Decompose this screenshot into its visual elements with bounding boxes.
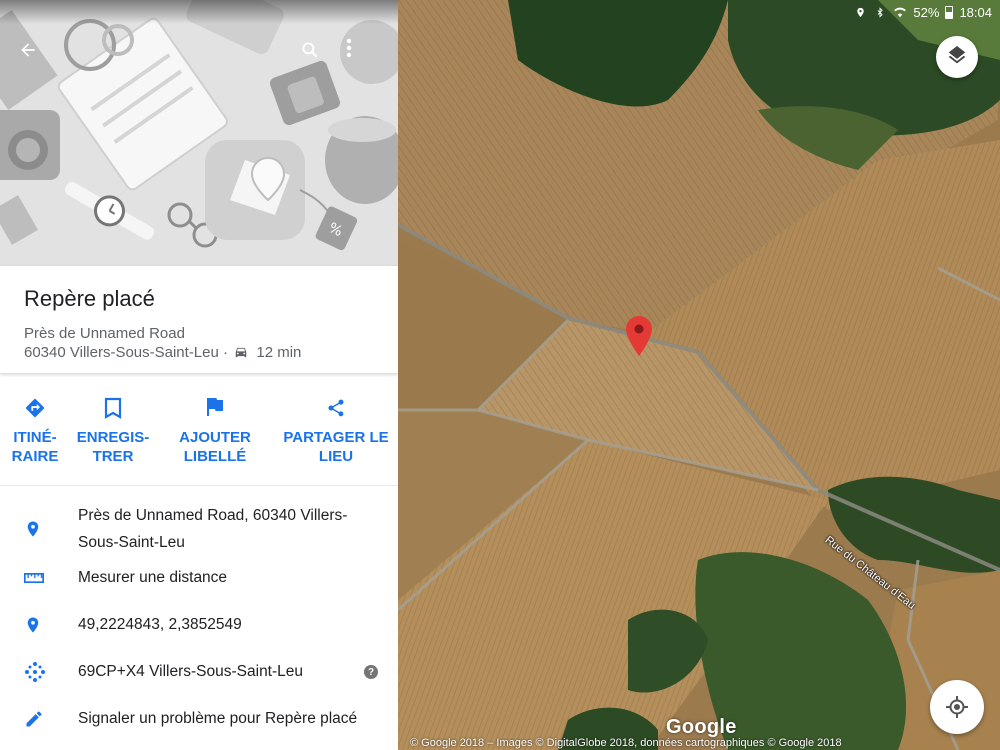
crosshair-icon xyxy=(946,696,968,718)
location-pin-icon xyxy=(27,617,39,633)
location-pin-icon xyxy=(27,521,39,537)
battery-percent: 52% xyxy=(913,4,940,20)
back-button[interactable] xyxy=(18,40,50,72)
battery-icon xyxy=(945,5,954,19)
place-address-line2: 60340 Villers-Sous-Saint-Leu · 12 min xyxy=(24,343,374,362)
google-logo: Google xyxy=(666,716,737,738)
flag-icon xyxy=(203,396,227,420)
details-list: Près de Unnamed Road, 60340 Villers-Sous… xyxy=(0,486,398,742)
help-icon[interactable]: ? xyxy=(364,665,378,679)
place-summary: Repère placé Près de Unnamed Road 60340 … xyxy=(0,266,398,374)
satellite-imagery xyxy=(398,0,1000,750)
plus-code-row[interactable]: 69CP+X4 Villers-Sous-Saint-Leu ? xyxy=(0,648,398,695)
place-title: Repère placé xyxy=(24,286,155,311)
bookmark-icon xyxy=(101,396,125,420)
share-icon xyxy=(324,396,348,420)
my-location-button[interactable] xyxy=(930,680,984,734)
directions-button[interactable]: ITINÉ- RAIRE xyxy=(0,374,70,485)
coordinates-text: 49,2224843, 2,3852549 xyxy=(78,616,242,633)
bluetooth-icon xyxy=(873,5,887,19)
save-button[interactable]: ENREGIS- TRER xyxy=(70,374,156,485)
report-problem-row[interactable]: Signaler un problème pour Repère placé xyxy=(0,695,398,742)
map-copyright: © Google 2018 – Images © DigitalGlobe 20… xyxy=(410,737,842,749)
directions-icon xyxy=(23,396,47,420)
location-icon xyxy=(853,5,867,19)
add-label-label: AJOUTER LIBELLÉ xyxy=(179,429,251,465)
status-bar-shade xyxy=(0,0,398,24)
satellite-map[interactable]: 52% 18:04 Rue du Château d'Eau Google © … xyxy=(398,0,1000,750)
share-button[interactable]: PARTAGER LE LIEU xyxy=(274,374,398,485)
action-bar: ITINÉ- RAIRE ENREGIS- TRER AJOUTER LIBELLÉ … xyxy=(0,374,398,486)
ruler-icon xyxy=(24,573,44,583)
placeholder-illustration: % xyxy=(0,0,398,266)
place-address-line1: Près de Unnamed Road xyxy=(24,325,185,342)
more-options-button[interactable] xyxy=(346,38,380,72)
layers-button[interactable] xyxy=(936,36,978,78)
coordinates-row[interactable]: 49,2224843, 2,3852549 xyxy=(0,601,398,648)
place-locality: 60340 Villers-Sous-Saint-Leu xyxy=(24,344,219,361)
edit-pencil-icon xyxy=(26,711,42,727)
wifi-icon xyxy=(893,5,907,19)
share-label: PARTAGER LE LIEU xyxy=(283,429,389,465)
address-row[interactable]: Près de Unnamed Road, 60340 Villers-Sous… xyxy=(0,492,398,554)
car-icon xyxy=(235,347,247,358)
drive-time: 12 min xyxy=(256,344,302,361)
layers-icon xyxy=(948,46,966,64)
status-bar: 52% 18:04 xyxy=(853,0,1000,24)
plus-code-text: 69CP+X4 Villers-Sous-Saint-Leu xyxy=(78,663,304,680)
report-problem-text: Signaler un problème pour Repère placé xyxy=(78,710,358,727)
place-hero-image: % xyxy=(0,0,398,266)
add-label-button[interactable]: AJOUTER LIBELLÉ xyxy=(156,374,274,485)
map-pin-icon[interactable] xyxy=(626,316,652,356)
place-panel: % Repère placé Près de Unnamed Road 6034… xyxy=(0,0,398,750)
save-label: ENREGIS- TRER xyxy=(76,429,150,465)
address-text: Près de Unnamed Road, 60340 Villers-Sous… xyxy=(78,507,348,551)
search-icon xyxy=(302,42,318,58)
separator-dot: · xyxy=(223,344,229,361)
measure-distance-text: Mesurer une distance xyxy=(78,569,228,586)
measure-distance-row[interactable]: Mesurer une distance xyxy=(0,554,398,601)
search-button[interactable] xyxy=(300,40,332,72)
plus-code-icon xyxy=(25,662,45,682)
arrow-back-icon xyxy=(21,43,35,57)
directions-label: ITINÉ- RAIRE xyxy=(11,429,59,465)
clock: 18:04 xyxy=(959,4,992,20)
more-vert-icon xyxy=(346,38,352,58)
